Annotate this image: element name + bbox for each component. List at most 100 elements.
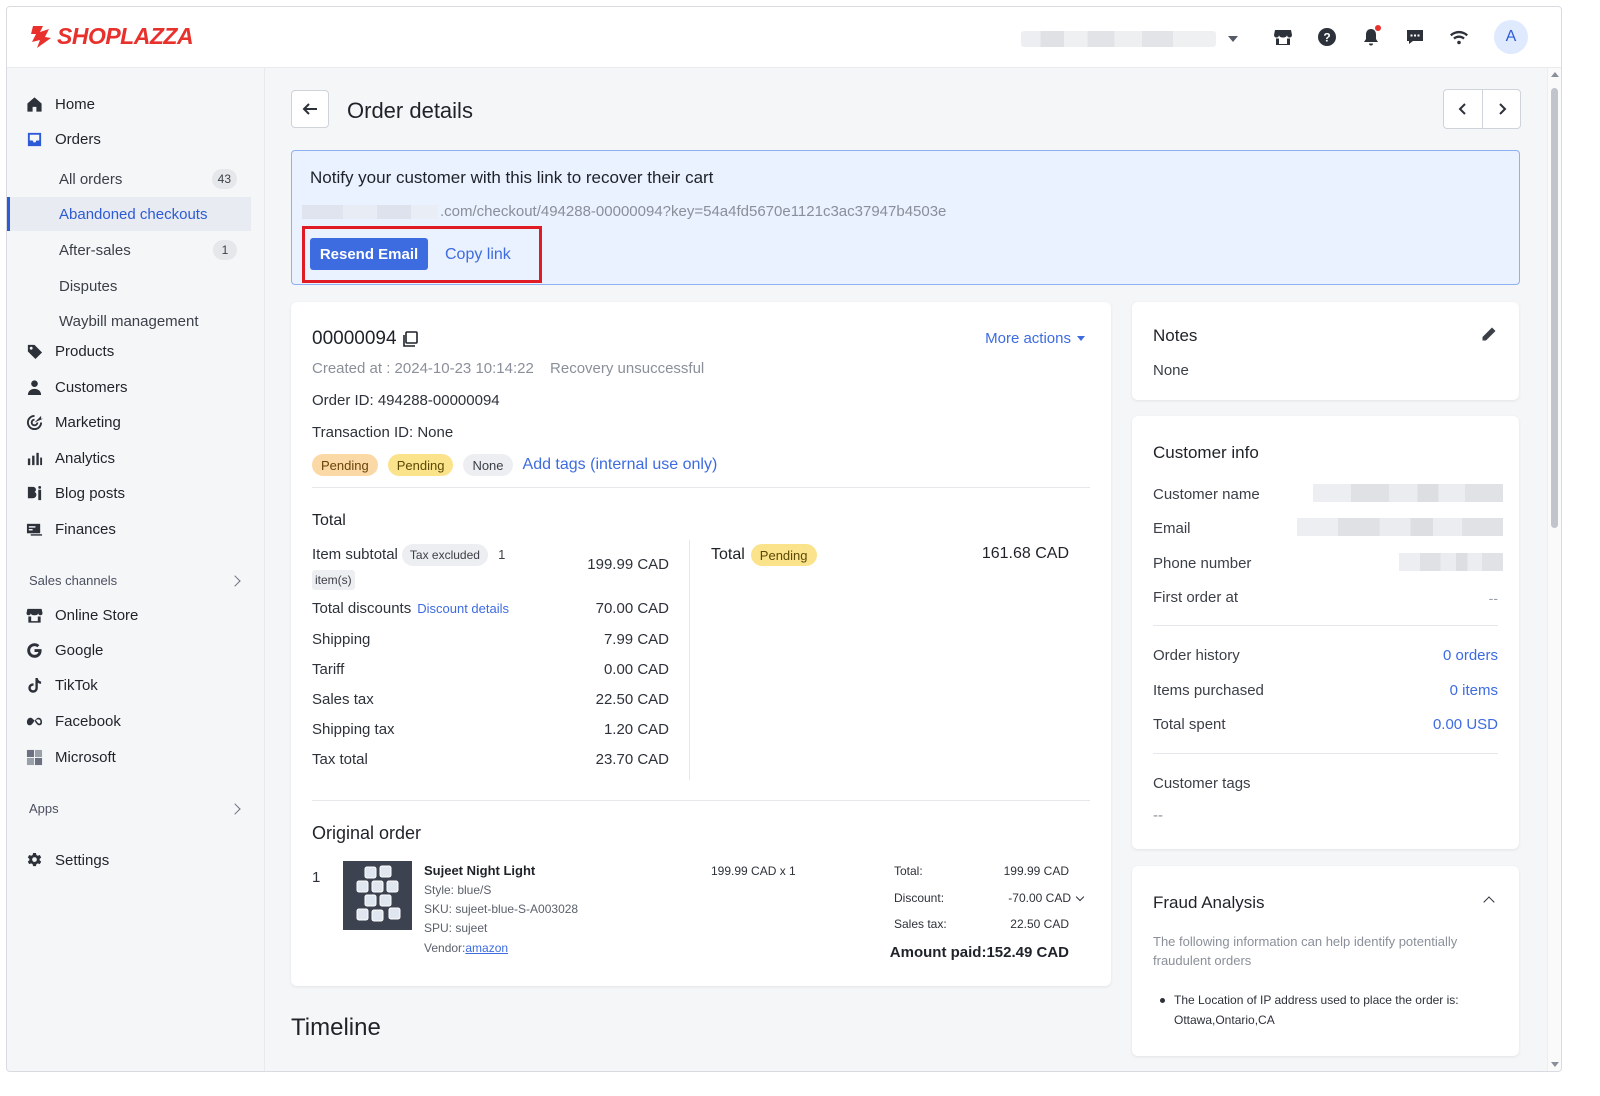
row-label: Tariff [312,661,345,678]
microsoft-icon [25,748,43,766]
customer-info-card: Customer info Customer name Email Phone … [1132,416,1519,849]
total-spent-value[interactable]: 0.00 USD [1433,716,1498,733]
product-vendor: Vendor:amazon [424,941,508,955]
person-icon [25,378,43,396]
line-discount-toggle[interactable]: -70.00 CAD [1008,891,1085,905]
amount-paid: Amount paid:152.49 CAD [889,944,1069,961]
domain-redacted [302,204,438,219]
line-number: 1 [312,869,321,886]
sidebar-item-products[interactable]: Products [25,338,114,364]
sidebar-item-waybill-management[interactable]: Waybill management [7,304,251,338]
sidebar-item-label: Finances [55,520,116,538]
copy-icon[interactable] [401,330,419,348]
add-tags-link[interactable]: Add tags (internal use only) [523,456,718,474]
line-total-value: 199.99 CAD [1003,864,1069,878]
sidebar: Home Orders All orders 43 Abandoned chec… [7,68,265,1071]
discount-details-link[interactable]: Discount details [417,601,509,616]
sidebar-item-label: Abandoned checkouts [59,205,208,223]
store-icon[interactable] [1270,24,1296,50]
message-icon[interactable] [1402,24,1428,50]
product-spu: SPU: sujeet [424,921,488,935]
scroll-thumb[interactable] [1551,88,1558,528]
back-button[interactable] [291,90,329,128]
previous-order-button[interactable] [1444,90,1482,128]
sidebar-item-label: Marketing [55,413,121,431]
chevron-up-icon[interactable] [1483,896,1495,908]
shoplazza-logo-icon [31,25,51,48]
checkout-link[interactable]: .com/checkout/494288-00000094?key=54a4fd… [302,203,946,220]
resend-email-button[interactable]: Resend Email [310,238,428,270]
chevron-right-icon[interactable] [229,575,241,587]
google-icon [25,641,43,659]
sidebar-item-all-orders[interactable]: All orders 43 [7,162,251,196]
next-order-button[interactable] [1482,90,1520,128]
notification-dot [1375,25,1381,31]
product-style: Style: blue/S [424,883,492,897]
sidebar-item-facebook[interactable]: Facebook [25,708,121,734]
ip-location: The Location of IP address used to place… [1160,990,1499,1030]
product-name[interactable]: Sujeet Night Light [424,863,535,878]
divider [1153,625,1498,626]
order-number-text: 00000094 [312,328,397,349]
more-actions-dropdown[interactable]: More actions [985,330,1085,347]
scroll-up-icon[interactable] [1551,72,1559,77]
sidebar-item-tiktok[interactable]: TikTok [25,672,98,698]
copy-link-button[interactable]: Copy link [445,246,511,264]
sidebar-item-finances[interactable]: Finances [25,516,116,542]
sidebar-item-marketing[interactable]: Marketing [25,409,121,435]
sidebar-item-disputes[interactable]: Disputes [7,269,251,303]
items-purchased-value[interactable]: 0 items [1450,682,1498,699]
item-subtotal-value: 199.99 CAD [587,556,669,573]
row-label: Total discounts [312,600,412,617]
sidebar-item-online-store[interactable]: Online Store [25,602,138,628]
sidebar-item-after-sales[interactable]: After-sales 1 [7,233,251,267]
notes-card: Notes None [1132,302,1519,400]
chevron-right-icon[interactable] [229,803,241,815]
count-badge: 43 [211,169,237,189]
sidebar-item-settings[interactable]: Settings [25,847,109,873]
sales-tax-value: 22.50 CAD [595,691,669,708]
sidebar-item-label: Blog posts [55,484,126,502]
sidebar-item-blog-posts[interactable]: Blog posts [25,480,125,506]
recover-cart-banner: Notify your customer with this link to r… [291,150,1520,285]
vendor-link[interactable]: amazon [465,941,508,955]
line-discount-label: Discount: [894,891,945,905]
sidebar-item-label: Google [55,641,104,659]
sidebar-item-microsoft[interactable]: Microsoft [25,744,116,770]
sidebar-item-google[interactable]: Google [25,637,103,663]
count-badge: 1 [213,240,237,260]
arrow-left-icon [302,103,317,115]
sidebar-item-abandoned-checkouts[interactable]: Abandoned checkouts [7,197,251,231]
customer-name-redacted [1313,484,1503,502]
app-window: SHOPLAZZA ? A Home Orders All orders 43 … [6,6,1562,1072]
sidebar-item-orders[interactable]: Orders [25,126,101,152]
sidebar-item-customers[interactable]: Customers [25,374,128,400]
notes-value: None [1153,362,1189,379]
sales-tax-row: Sales tax 22.50 CAD [312,691,669,708]
scroll-down-icon[interactable] [1551,1062,1559,1067]
avatar[interactable]: A [1494,20,1528,54]
pencil-icon[interactable] [1481,326,1497,342]
sidebar-item-home[interactable]: Home [25,91,95,117]
payment-status-badge: Pending [312,454,378,476]
store-selector[interactable] [1021,29,1241,49]
more-actions-label: More actions [985,330,1071,347]
product-sku: SKU: sujeet-blue-S-A003028 [424,902,579,916]
help-icon[interactable]: ? [1314,24,1340,50]
order-history-value[interactable]: 0 orders [1443,647,1498,664]
grand-total-value: 161.68 CAD [981,545,1069,562]
shipping-row: Shipping 7.99 CAD [312,631,669,648]
column-divider [689,540,690,780]
brand-logo[interactable]: SHOPLAZZA [29,23,194,50]
page-scrollbar[interactable] [1547,68,1561,1071]
sidebar-item-label: Disputes [59,277,118,295]
shipping-value: 7.99 CAD [603,631,669,648]
wifi-icon[interactable] [1446,24,1472,50]
total-discounts-row: Total discounts Discount details 70.00 CA… [312,600,669,617]
product-image[interactable] [343,861,412,930]
sidebar-item-analytics[interactable]: Analytics [25,445,115,471]
sidebar-item-label: Customers [55,378,128,396]
shipping-tax-value: 1.20 CAD [603,721,669,738]
bell-icon[interactable] [1358,24,1384,50]
meta-infinity-icon [25,712,43,730]
